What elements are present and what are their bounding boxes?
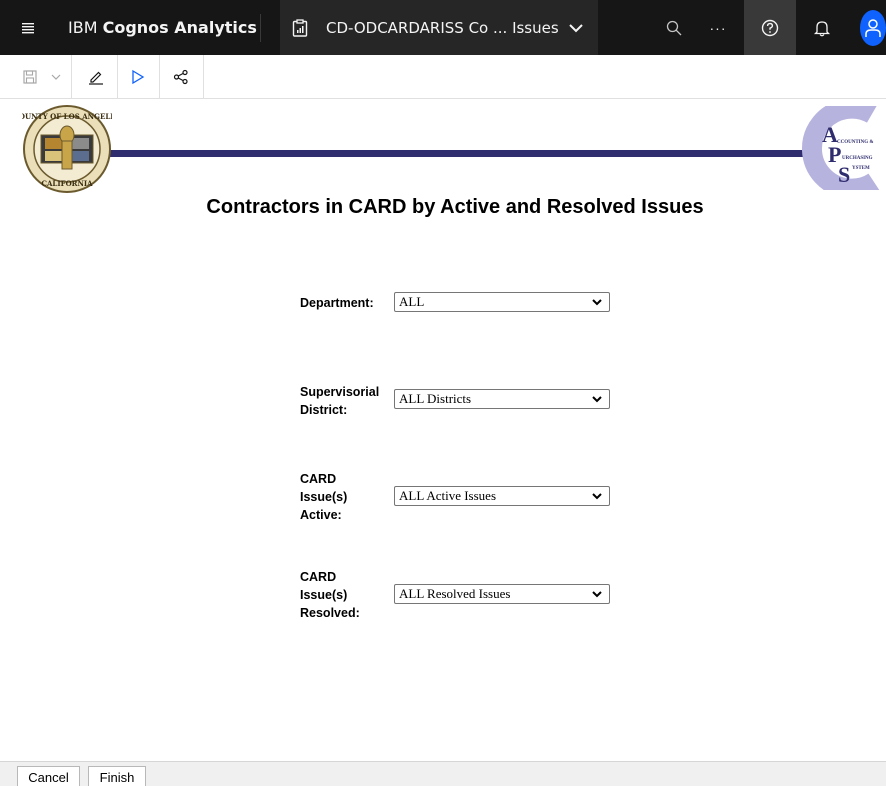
department-select[interactable]: ALL <box>394 292 610 312</box>
main-menu-button[interactable] <box>8 0 48 55</box>
aps-system-logo: A P S CCOUNTING & URCHASING YSTEM <box>800 98 886 199</box>
toolbar-divider <box>71 55 72 98</box>
edit-pencil-icon <box>89 71 103 85</box>
header-divider <box>260 14 261 42</box>
department-selected-value: ALL <box>399 294 425 309</box>
department-label: Department: <box>300 294 390 312</box>
active-issues-select[interactable]: ALL Active Issues <box>394 486 610 506</box>
label-line: District: <box>300 403 348 417</box>
run-play-icon <box>132 69 145 84</box>
save-icon <box>23 69 37 84</box>
header-banner-line <box>96 150 816 157</box>
report-switcher-chevron[interactable] <box>568 0 584 55</box>
label-line: Supervisorial <box>300 385 380 399</box>
resolved-issues-label: CARD Issue(s) Resolved: <box>300 568 390 622</box>
toolbar-divider <box>203 55 204 98</box>
logo-line-3: YSTEM <box>852 166 870 171</box>
label-line: Issue(s) <box>300 490 348 504</box>
edit-button[interactable] <box>76 55 116 98</box>
save-button[interactable] <box>10 55 50 98</box>
hamburger-menu-icon <box>22 22 34 33</box>
label-line: CARD <box>300 570 337 584</box>
chevron-down-icon <box>51 74 61 80</box>
notification-bell-icon <box>813 20 831 36</box>
brand-prefix: IBM <box>68 18 98 37</box>
active-issues-label: CARD Issue(s) Active: <box>300 470 390 524</box>
report-icon-wrap <box>280 0 320 55</box>
overflow-menu-button[interactable]: ··· <box>698 0 738 55</box>
label-line: CARD <box>300 472 337 486</box>
county-seal-logo: COUNTY OF LOS ANGELES CALIFORNIA <box>13 105 121 198</box>
help-icon <box>761 19 779 36</box>
chevron-down-icon <box>592 396 602 403</box>
report-title: CD-ODCARDARISS Co ... Issues <box>326 18 559 37</box>
label-line: Department: <box>300 296 374 310</box>
chevron-down-icon <box>569 23 583 32</box>
app-header: IBM Cognos Analytics CD-ODCARDARISS Co .… <box>0 0 886 55</box>
seal-top-text: COUNTY OF LOS ANGELES <box>22 112 112 121</box>
report-switcher[interactable]: CD-ODCARDARISS Co ... Issues <box>280 0 598 55</box>
district-selected-value: ALL Districts <box>399 391 472 406</box>
share-button[interactable] <box>161 55 201 98</box>
search-button[interactable] <box>654 0 694 55</box>
search-icon <box>666 20 682 35</box>
district-select[interactable]: ALL Districts <box>394 389 610 409</box>
save-options-dropdown[interactable] <box>46 55 66 98</box>
chevron-down-icon <box>592 591 602 598</box>
overflow-menu-icon: ··· <box>709 19 727 36</box>
run-button[interactable] <box>118 55 158 98</box>
notifications-button[interactable] <box>800 0 844 55</box>
report-heading: Contractors in CARD by Active and Resolv… <box>206 196 704 218</box>
toolbar-divider <box>159 55 160 98</box>
resolved-issues-select[interactable]: ALL Resolved Issues <box>394 584 610 604</box>
report-clipboard-icon <box>292 18 308 37</box>
chevron-down-icon <box>592 493 602 500</box>
user-avatar-icon <box>865 18 881 37</box>
brand-name: Cognos Analytics <box>102 18 257 37</box>
label-line: Active: <box>300 508 342 522</box>
active-issues-selected-value: ALL Active Issues <box>399 488 496 503</box>
label-line: Resolved: <box>300 606 360 620</box>
report-toolbar <box>0 55 886 99</box>
logo-line-2: URCHASING <box>842 156 873 161</box>
help-button[interactable] <box>744 0 796 55</box>
cancel-button[interactable]: Cancel <box>17 766 80 786</box>
avatar <box>860 9 886 46</box>
chevron-down-icon <box>592 299 602 306</box>
seal-bottom-text: CALIFORNIA <box>41 179 93 188</box>
svg-text:S: S <box>838 162 850 187</box>
district-label: Supervisorial District: <box>300 383 390 419</box>
user-account-button[interactable] <box>846 0 886 55</box>
logo-line-1: CCOUNTING & <box>837 140 874 145</box>
resolved-issues-selected-value: ALL Resolved Issues <box>399 586 511 601</box>
share-icon <box>173 69 188 84</box>
label-line: Issue(s) <box>300 588 348 602</box>
prompt-footer: Cancel Finish <box>0 761 886 786</box>
product-brand[interactable]: IBM Cognos Analytics <box>68 0 257 55</box>
finish-button[interactable]: Finish <box>88 766 146 786</box>
